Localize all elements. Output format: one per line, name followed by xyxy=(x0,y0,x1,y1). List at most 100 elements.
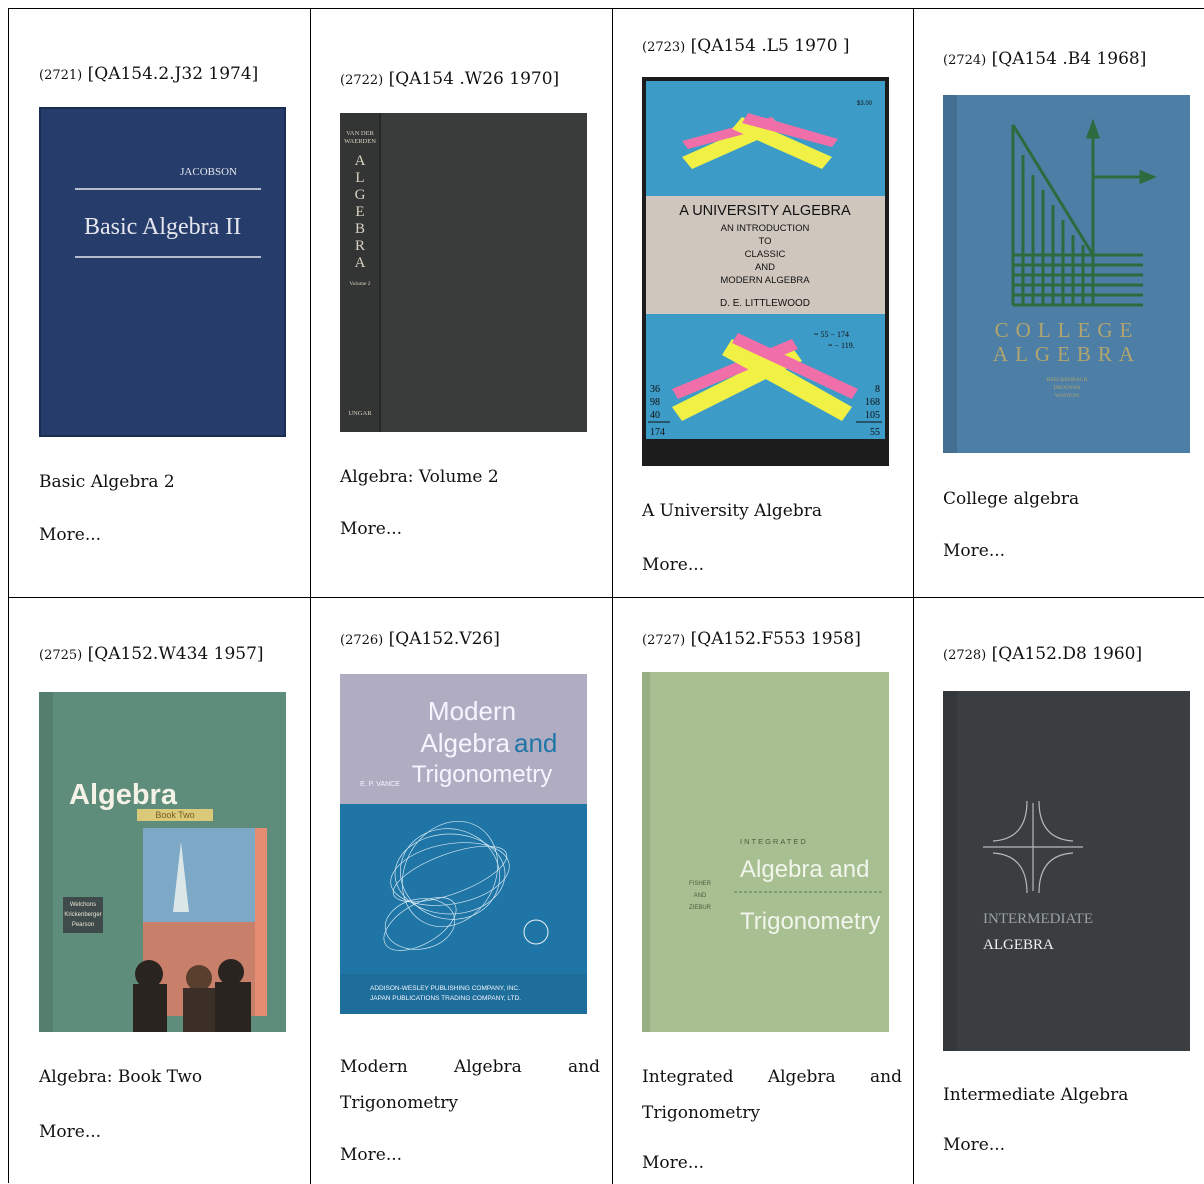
svg-text:105: 105 xyxy=(865,410,880,421)
spine-author: VAN DER xyxy=(346,130,375,137)
call-number: [QA154 .L5 1970 ] xyxy=(690,36,850,56)
svg-text:AND: AND xyxy=(694,893,707,899)
book-cover-image[interactable]: VAN DER WAERDEN A L G E B R A Volume 2 U… xyxy=(340,113,587,432)
book-number: (2725) xyxy=(39,648,83,663)
book-header: (2721) [QA154.2.J32 1974] xyxy=(39,64,258,84)
svg-text:L: L xyxy=(355,170,364,186)
svg-text:Trigonometry: Trigonometry xyxy=(740,908,880,935)
more-link[interactable]: More... xyxy=(340,519,402,539)
svg-text:Pearson: Pearson xyxy=(72,922,94,928)
svg-text:ZIEBUR: ZIEBUR xyxy=(689,905,712,911)
book-title: A University Algebra xyxy=(642,501,822,521)
svg-text:CLASSIC: CLASSIC xyxy=(745,249,786,260)
book-cell-2724: (2724) [QA154 .B4 1968] COLLEGE ALGEBRA … xyxy=(913,9,1204,598)
call-number: [QA152.F553 1958] xyxy=(690,629,861,649)
spine-title: A L G E B R A xyxy=(355,153,366,271)
cover-title: Modern xyxy=(428,696,516,726)
book-number: (2721) xyxy=(39,68,83,83)
more-link[interactable]: More... xyxy=(943,541,1005,561)
svg-text:174: 174 xyxy=(650,427,665,438)
svg-text:36: 36 xyxy=(650,384,660,395)
cover-title: Basic Algebra II xyxy=(84,214,241,240)
book-title: College algebra xyxy=(943,489,1080,509)
cover-title: INTERMEDIATE xyxy=(983,911,1093,927)
book-number: (2727) xyxy=(642,633,686,648)
svg-text:= − 119.: = − 119. xyxy=(828,341,855,350)
book-number: (2722) xyxy=(340,73,384,88)
book-cover-image[interactable]: $3.00 A UNIVERSITY ALGEBRA AN INTRODUCTI… xyxy=(642,77,889,466)
svg-text:DROOYAN: DROOYAN xyxy=(1054,385,1081,391)
book-header: (2723) [QA154 .L5 1970 ] xyxy=(642,36,850,56)
svg-text:B: B xyxy=(355,221,365,237)
book-cell-2728: (2728) [QA152.D8 1960] INTERMEDIATE ALGE… xyxy=(913,597,1204,1184)
book-number: (2726) xyxy=(340,633,384,648)
svg-text:and: and xyxy=(514,728,557,758)
book-header: (2728) [QA152.D8 1960] xyxy=(943,644,1142,664)
book-cell-2722: (2722) [QA154 .W26 1970] VAN DER WAERDEN… xyxy=(310,9,613,598)
spine-publisher: UNGAR xyxy=(348,410,372,417)
book-header: (2724) [QA154 .B4 1968] xyxy=(943,49,1146,69)
cover-authors: Welchons xyxy=(70,902,96,908)
book-cover-image[interactable]: INTERMEDIATE ALGEBRA xyxy=(943,691,1190,1051)
svg-text:168: 168 xyxy=(865,397,880,408)
svg-text:WOOTON: WOOTON xyxy=(1055,393,1079,399)
svg-text:AND: AND xyxy=(755,262,775,273)
cover-title: COLLEGE xyxy=(995,318,1140,342)
cover-subtitle: INTEGRATED xyxy=(740,837,808,846)
more-link[interactable]: More... xyxy=(642,555,704,575)
book-cover-image[interactable]: COLLEGE ALGEBRA BEECKENBACH DROOYAN WOOT… xyxy=(943,95,1190,453)
more-link[interactable]: More... xyxy=(39,525,101,545)
book-title: Integrated Algebra and Trigonometry xyxy=(642,1067,902,1123)
svg-text:98: 98 xyxy=(650,397,660,408)
svg-text:A: A xyxy=(355,153,366,169)
svg-text:Trigonometry: Trigonometry xyxy=(412,761,552,788)
cover-authors: FISHER xyxy=(689,881,712,887)
cover-price: $3.00 xyxy=(857,101,873,107)
cover-author: JACOBSON xyxy=(180,166,237,178)
book-number: (2723) xyxy=(642,40,686,55)
book-title: Intermediate Algebra xyxy=(943,1085,1129,1105)
svg-text:Book Two: Book Two xyxy=(155,810,194,820)
book-grid: (2721) [QA154.2.J32 1974] JACOBSON Basic… xyxy=(8,8,1204,1184)
book-header: (2726) [QA152.V26] xyxy=(340,629,500,649)
svg-text:Volume 2: Volume 2 xyxy=(349,281,370,287)
svg-text:ALGEBRA: ALGEBRA xyxy=(993,342,1141,366)
book-cover-image[interactable]: Algebra Book Two Welchons Krickenberger … xyxy=(39,692,286,1032)
call-number: [QA154.2.J32 1974] xyxy=(87,64,259,84)
svg-text:TO: TO xyxy=(758,236,771,247)
book-cover-image[interactable]: INTEGRATED Algebra and Trigonometry FISH… xyxy=(642,672,889,1032)
svg-text:Krickenberger: Krickenberger xyxy=(64,912,101,918)
book-title: Algebra: Volume 2 xyxy=(340,467,499,487)
cover-publisher: ADDISON-WESLEY PUBLISHING COMPANY, INC. xyxy=(370,985,520,992)
more-link[interactable]: More... xyxy=(943,1135,1005,1155)
book-header: (2727) [QA152.F553 1958] xyxy=(642,629,861,649)
svg-text:55: 55 xyxy=(870,427,880,438)
book-cell-2727: (2727) [QA152.F553 1958] INTEGRATED Alge… xyxy=(612,597,914,1184)
more-link[interactable]: More... xyxy=(39,1122,101,1142)
book-cover-image[interactable]: JACOBSON Basic Algebra II xyxy=(39,107,286,437)
book-cell-2721: (2721) [QA154.2.J32 1974] JACOBSON Basic… xyxy=(9,9,311,598)
book-header: (2722) [QA154 .W26 1970] xyxy=(340,69,559,89)
svg-text:AN INTRODUCTION: AN INTRODUCTION xyxy=(721,223,810,234)
more-link[interactable]: More... xyxy=(340,1145,402,1165)
book-cell-2725: (2725) [QA152.W434 1957] Algebra Book Tw… xyxy=(9,597,311,1184)
call-number: [QA152.W434 1957] xyxy=(87,644,264,664)
svg-text:A: A xyxy=(355,255,366,271)
book-cover-image[interactable]: Modern Algebra and Trigonometry E. P. VA… xyxy=(340,674,587,1014)
cover-author: D. E. LITTLEWOOD xyxy=(720,298,810,309)
svg-text:ALGEBRA: ALGEBRA xyxy=(983,937,1054,953)
book-cell-2726: (2726) [QA152.V26] Modern Algebra and Tr… xyxy=(310,597,613,1184)
call-number: [QA152.V26] xyxy=(388,629,500,649)
svg-text:R: R xyxy=(355,238,365,254)
call-number: [QA152.D8 1960] xyxy=(991,644,1143,664)
svg-text:Algebra: Algebra xyxy=(420,728,510,758)
svg-text:WAERDEN: WAERDEN xyxy=(344,138,376,145)
svg-text:= 55 − 174: = 55 − 174 xyxy=(814,330,849,339)
cover-author: E. P. VANCE xyxy=(360,781,400,788)
call-number: [QA154 .B4 1968] xyxy=(991,49,1147,69)
book-number: (2728) xyxy=(943,648,987,663)
more-link[interactable]: More... xyxy=(642,1153,704,1173)
call-number: [QA154 .W26 1970] xyxy=(388,69,560,89)
svg-text:40: 40 xyxy=(650,410,660,421)
book-number: (2724) xyxy=(943,53,987,68)
